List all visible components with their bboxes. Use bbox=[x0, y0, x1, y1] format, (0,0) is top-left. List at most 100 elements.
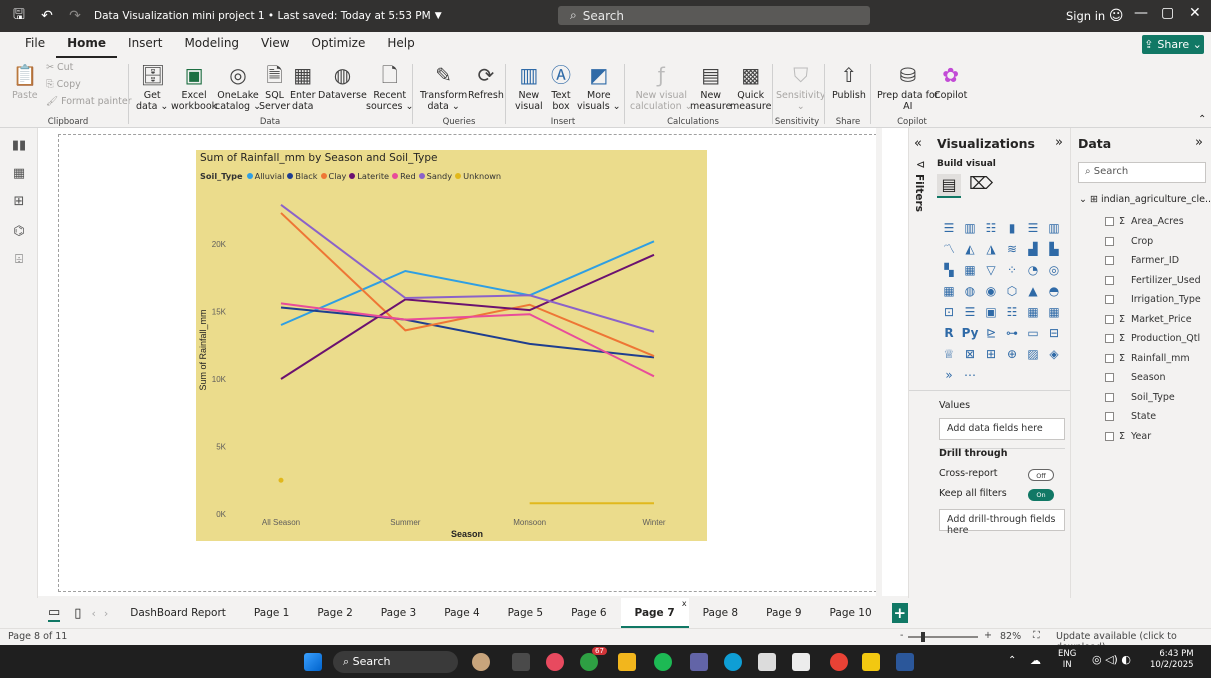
diamond-icon[interactable]: ◈ bbox=[1044, 344, 1064, 364]
treemap-icon[interactable]: ▦ bbox=[939, 281, 959, 301]
kpi-icon[interactable]: ▣ bbox=[981, 302, 1001, 322]
field-checkbox[interactable] bbox=[1105, 392, 1114, 402]
quick-measure-button[interactable]: ▩ Quick measure bbox=[730, 62, 771, 112]
close-icon[interactable]: ✕ bbox=[1189, 5, 1201, 21]
filled-map-icon[interactable]: ◉ bbox=[981, 281, 1001, 301]
undo-icon[interactable]: ↶ bbox=[38, 8, 56, 24]
pie-chart-icon[interactable]: ◔ bbox=[1023, 260, 1043, 280]
page-tab[interactable]: Page 4 bbox=[430, 598, 493, 628]
decomposition-tree-icon[interactable]: ⊶ bbox=[1002, 323, 1022, 343]
clustered-column-icon[interactable]: ▮ bbox=[1002, 218, 1022, 238]
scatter-icon[interactable]: ⁘ bbox=[1002, 260, 1022, 280]
enter-data-button[interactable]: ▦ Enter data bbox=[290, 62, 316, 112]
field-item[interactable]: Σ Market_Price bbox=[1105, 314, 1192, 325]
menu-help[interactable]: Help bbox=[376, 32, 425, 58]
fit-page-icon[interactable]: ⛶ bbox=[1033, 630, 1040, 641]
funnel-col-icon[interactable]: ▦ bbox=[960, 260, 980, 280]
narrative-icon[interactable]: ⊟ bbox=[1044, 323, 1064, 343]
multi-row-card-icon[interactable]: ☰ bbox=[960, 302, 980, 322]
card-icon[interactable]: ⊡ bbox=[939, 302, 959, 322]
gauge-icon[interactable]: ◓ bbox=[1044, 281, 1064, 301]
windows-start-icon[interactable] bbox=[304, 653, 322, 671]
field-item[interactable]: Σ Area_Acres bbox=[1105, 216, 1184, 227]
excel-workbook-button[interactable]: ▣ Excel workbook bbox=[171, 62, 217, 112]
legend-item[interactable]: Black bbox=[287, 171, 318, 181]
legend-item[interactable]: Red bbox=[392, 171, 416, 181]
funnel-icon[interactable]: ▽ bbox=[981, 260, 1001, 280]
area-chart-icon[interactable]: ◭ bbox=[960, 239, 980, 259]
zoom-slider-thumb[interactable] bbox=[920, 632, 925, 642]
avatar-icon[interactable] bbox=[472, 653, 490, 671]
whatsapp-icon[interactable] bbox=[580, 653, 598, 671]
collapse-filters-icon[interactable]: « bbox=[914, 136, 922, 151]
page-tab[interactable]: Page 7x bbox=[620, 598, 689, 628]
copy-button[interactable]: ⎘ Copy bbox=[46, 79, 81, 90]
canvas-scrollbar[interactable] bbox=[876, 128, 882, 596]
transform-data-button[interactable]: ✎ Transform data ⌄ bbox=[420, 62, 467, 112]
shape-map-icon[interactable]: ⬡ bbox=[1002, 281, 1022, 301]
field-checkbox[interactable] bbox=[1105, 314, 1114, 324]
field-checkbox[interactable] bbox=[1105, 295, 1114, 304]
field-item[interactable]: Σ Rainfall_mm bbox=[1105, 353, 1190, 364]
page-tab[interactable]: Page 2 bbox=[303, 598, 366, 628]
power-automate-icon[interactable]: ⊕ bbox=[1002, 344, 1022, 364]
key-influencers-icon[interactable]: ⊵ bbox=[981, 323, 1001, 343]
zoom-slider[interactable] bbox=[908, 632, 978, 642]
app-icon[interactable] bbox=[792, 653, 810, 671]
table-icon[interactable]: ▦ bbox=[1023, 302, 1043, 322]
line-column-icon[interactable]: ▟ bbox=[1023, 239, 1043, 259]
field-item[interactable]: Σ Production_Qtl bbox=[1105, 333, 1200, 344]
edge-icon[interactable] bbox=[724, 653, 742, 671]
legend-item[interactable]: Laterite bbox=[349, 171, 389, 181]
share-button[interactable]: ⇪ Share ⌄ bbox=[1142, 35, 1204, 54]
copilot-visual-icon[interactable]: ▨ bbox=[1023, 344, 1043, 364]
stacked-bar-icon[interactable]: ☰ bbox=[939, 218, 959, 238]
paste-button[interactable]: 📋 Paste bbox=[12, 62, 38, 101]
more-visuals-button[interactable]: ◩ More visuals ⌄ bbox=[577, 62, 621, 112]
azure-map-icon[interactable]: ▲ bbox=[1023, 281, 1043, 301]
values-well[interactable]: Add data fields here bbox=[939, 418, 1065, 440]
filter-icon[interactable]: ⊲ bbox=[916, 158, 925, 171]
field-checkbox[interactable] bbox=[1105, 256, 1114, 265]
python-visual-icon[interactable]: Py bbox=[960, 323, 980, 343]
page-tab[interactable]: Page 10 bbox=[816, 598, 886, 628]
stacked-column-icon[interactable]: ▥ bbox=[960, 218, 980, 238]
cloud-icon[interactable]: ☁ bbox=[1030, 654, 1041, 667]
document-title[interactable]: Data Visualization mini project 1 • Last… bbox=[94, 10, 431, 22]
100-column-icon[interactable]: ▥ bbox=[1044, 218, 1064, 238]
dax-query-view-icon[interactable]: ⌬ bbox=[11, 224, 27, 240]
collapse-ribbon-icon[interactable]: ⌃ bbox=[1198, 114, 1206, 125]
zoom-level[interactable]: 82% bbox=[1000, 631, 1021, 642]
refresh-button[interactable]: ⟳ Refresh bbox=[468, 62, 504, 101]
copilot-app-icon[interactable] bbox=[546, 653, 564, 671]
new-visual-calculation-button[interactable]: ƒ New visual calculation ⌄ bbox=[630, 62, 693, 112]
field-checkbox[interactable] bbox=[1105, 431, 1114, 441]
add-page-button[interactable]: + bbox=[891, 603, 908, 623]
sign-in-button[interactable]: Sign in ☺ bbox=[1066, 8, 1124, 24]
clock[interactable]: 6:43 PM 10/2/2025 bbox=[1150, 649, 1194, 671]
waterfall-icon[interactable]: ▚ bbox=[939, 260, 959, 280]
field-checkbox[interactable] bbox=[1105, 334, 1114, 343]
prep-data-ai-button[interactable]: ⛁ Prep data for AI bbox=[877, 62, 939, 112]
more-visuals-ellipsis-icon[interactable]: ⋯ bbox=[960, 365, 980, 385]
keep-filters-toggle[interactable]: On bbox=[1028, 489, 1054, 501]
paginated-icon[interactable]: ⊠ bbox=[960, 344, 980, 364]
format-painter-button[interactable]: 🖌 Format painter bbox=[46, 96, 132, 107]
menu-insert[interactable]: Insert bbox=[117, 32, 173, 58]
line-clustered-icon[interactable]: ▙ bbox=[1044, 239, 1064, 259]
minimize-icon[interactable]: — bbox=[1134, 5, 1148, 21]
onelake-catalog-button[interactable]: ◎ OneLake catalog ⌄ bbox=[215, 62, 261, 112]
spotify-icon[interactable] bbox=[654, 653, 672, 671]
page-tab[interactable]: Page 9 bbox=[752, 598, 815, 628]
field-checkbox[interactable] bbox=[1105, 412, 1114, 421]
next-page-icon[interactable]: › bbox=[104, 607, 108, 620]
page-tab[interactable]: Page 6 bbox=[557, 598, 620, 628]
legend-item[interactable]: Alluvial bbox=[246, 171, 284, 181]
recent-sources-button[interactable]: 🗋 Recent sources ⌄ bbox=[366, 62, 413, 112]
chevron-down-icon[interactable]: ▼ bbox=[435, 11, 442, 21]
power-apps-icon[interactable]: ⊞ bbox=[981, 344, 1001, 364]
page-tab[interactable]: Page 3 bbox=[367, 598, 430, 628]
language-indicator[interactable]: ENG IN bbox=[1058, 649, 1076, 671]
r-visual-icon[interactable]: R bbox=[939, 323, 959, 343]
ribbon-chart-icon[interactable]: ≋ bbox=[1002, 239, 1022, 259]
